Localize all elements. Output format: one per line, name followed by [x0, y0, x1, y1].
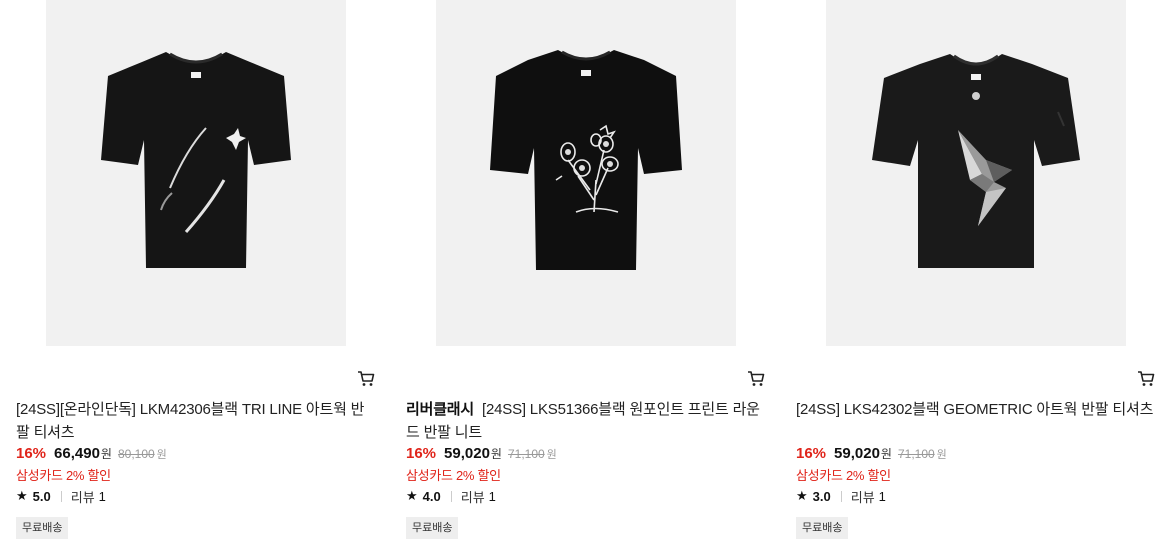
- discount-rate: 16%: [796, 445, 827, 462]
- free-shipping-badge: 무료배송: [406, 517, 459, 539]
- price-row: 16% 66,490 원 80,100 원: [16, 445, 167, 465]
- sale-price: 59,020: [834, 445, 880, 462]
- cart-icon[interactable]: [1136, 368, 1156, 388]
- product-title[interactable]: [24SS][온라인단독] LKM42306블랙 TRI LINE 아트웍 반팔…: [16, 401, 364, 441]
- star-icon: ★: [796, 488, 808, 503]
- original-price: 80,100: [117, 447, 155, 461]
- divider: [450, 490, 452, 502]
- price-row: 16% 59,020 원 71,100 원: [406, 445, 557, 465]
- original-currency-label: 원: [936, 449, 947, 461]
- original-currency-label: 원: [156, 449, 167, 461]
- product-card[interactable]: [24SS][온라인단독] LKM42306블랙 TRI LINE 아트웍 반팔…: [16, 0, 376, 544]
- product-name[interactable]: [24SS] LKS42302블랙 GEOMETRIC 아트웍 반팔 티셔츠: [796, 398, 1156, 421]
- product-card[interactable]: [24SS] LKS42302블랙 GEOMETRIC 아트웍 반팔 티셔츠 1…: [796, 0, 1156, 544]
- product-title[interactable]: [24SS] LKS42302블랙 GEOMETRIC 아트웍 반팔 티셔츠: [796, 401, 1153, 418]
- sale-price: 66,490: [54, 445, 100, 462]
- divider: [60, 490, 62, 502]
- card-promo: 삼성카드 2% 할인: [16, 468, 111, 483]
- rating-score: 5.0: [32, 488, 51, 504]
- product-card[interactable]: 리버클래시 [24SS] LKS51366블랙 원포인트 프린트 라운드 반팔 니…: [406, 0, 766, 544]
- price-row: 16% 59,020 원 71,100 원: [796, 445, 947, 465]
- original-price: 71,100: [897, 447, 935, 461]
- cart-icon[interactable]: [746, 368, 766, 388]
- discount-rate: 16%: [16, 445, 47, 462]
- rating-row: ★ 3.0 리뷰 1: [796, 487, 886, 505]
- free-shipping-badge: 무료배송: [796, 517, 849, 539]
- rating-row: ★ 4.0 리뷰 1: [406, 487, 496, 505]
- currency-label: 원: [880, 447, 892, 461]
- review-count: 1: [98, 488, 106, 504]
- rating-score: 4.0: [422, 488, 441, 504]
- product-name[interactable]: [24SS][온라인단독] LKM42306블랙 TRI LINE 아트웍 반팔…: [16, 398, 376, 444]
- cart-icon[interactable]: [356, 368, 376, 388]
- review-count: 1: [488, 488, 496, 504]
- original-currency-label: 원: [546, 449, 557, 461]
- tshirt-image: [101, 52, 291, 268]
- product-image[interactable]: [436, 0, 736, 346]
- card-promo: 삼성카드 2% 할인: [406, 468, 501, 483]
- card-promo: 삼성카드 2% 할인: [796, 468, 891, 483]
- tshirt-image: [872, 54, 1080, 268]
- review-count: 1: [878, 488, 886, 504]
- product-grid: [24SS][온라인단독] LKM42306블랙 TRI LINE 아트웍 반팔…: [0, 0, 1170, 544]
- free-shipping-badge: 무료배송: [16, 517, 69, 539]
- tshirt-image: [490, 50, 682, 270]
- brand-name[interactable]: 리버클래시: [406, 401, 474, 418]
- star-icon: ★: [406, 488, 418, 503]
- review-label: 리뷰: [460, 489, 485, 505]
- rating-score: 3.0: [812, 488, 831, 504]
- review-label: 리뷰: [850, 489, 875, 505]
- sale-price: 59,020: [444, 445, 490, 462]
- product-name[interactable]: 리버클래시 [24SS] LKS51366블랙 원포인트 프린트 라운드 반팔 니…: [406, 398, 766, 444]
- original-price: 71,100: [507, 447, 545, 461]
- currency-label: 원: [490, 447, 502, 461]
- review-label: 리뷰: [70, 489, 95, 505]
- divider: [840, 490, 842, 502]
- product-image[interactable]: [46, 0, 346, 346]
- rating-row: ★ 5.0 리뷰 1: [16, 487, 106, 505]
- product-image[interactable]: [826, 0, 1126, 346]
- discount-rate: 16%: [406, 445, 437, 462]
- currency-label: 원: [100, 447, 112, 461]
- star-icon: ★: [16, 488, 28, 503]
